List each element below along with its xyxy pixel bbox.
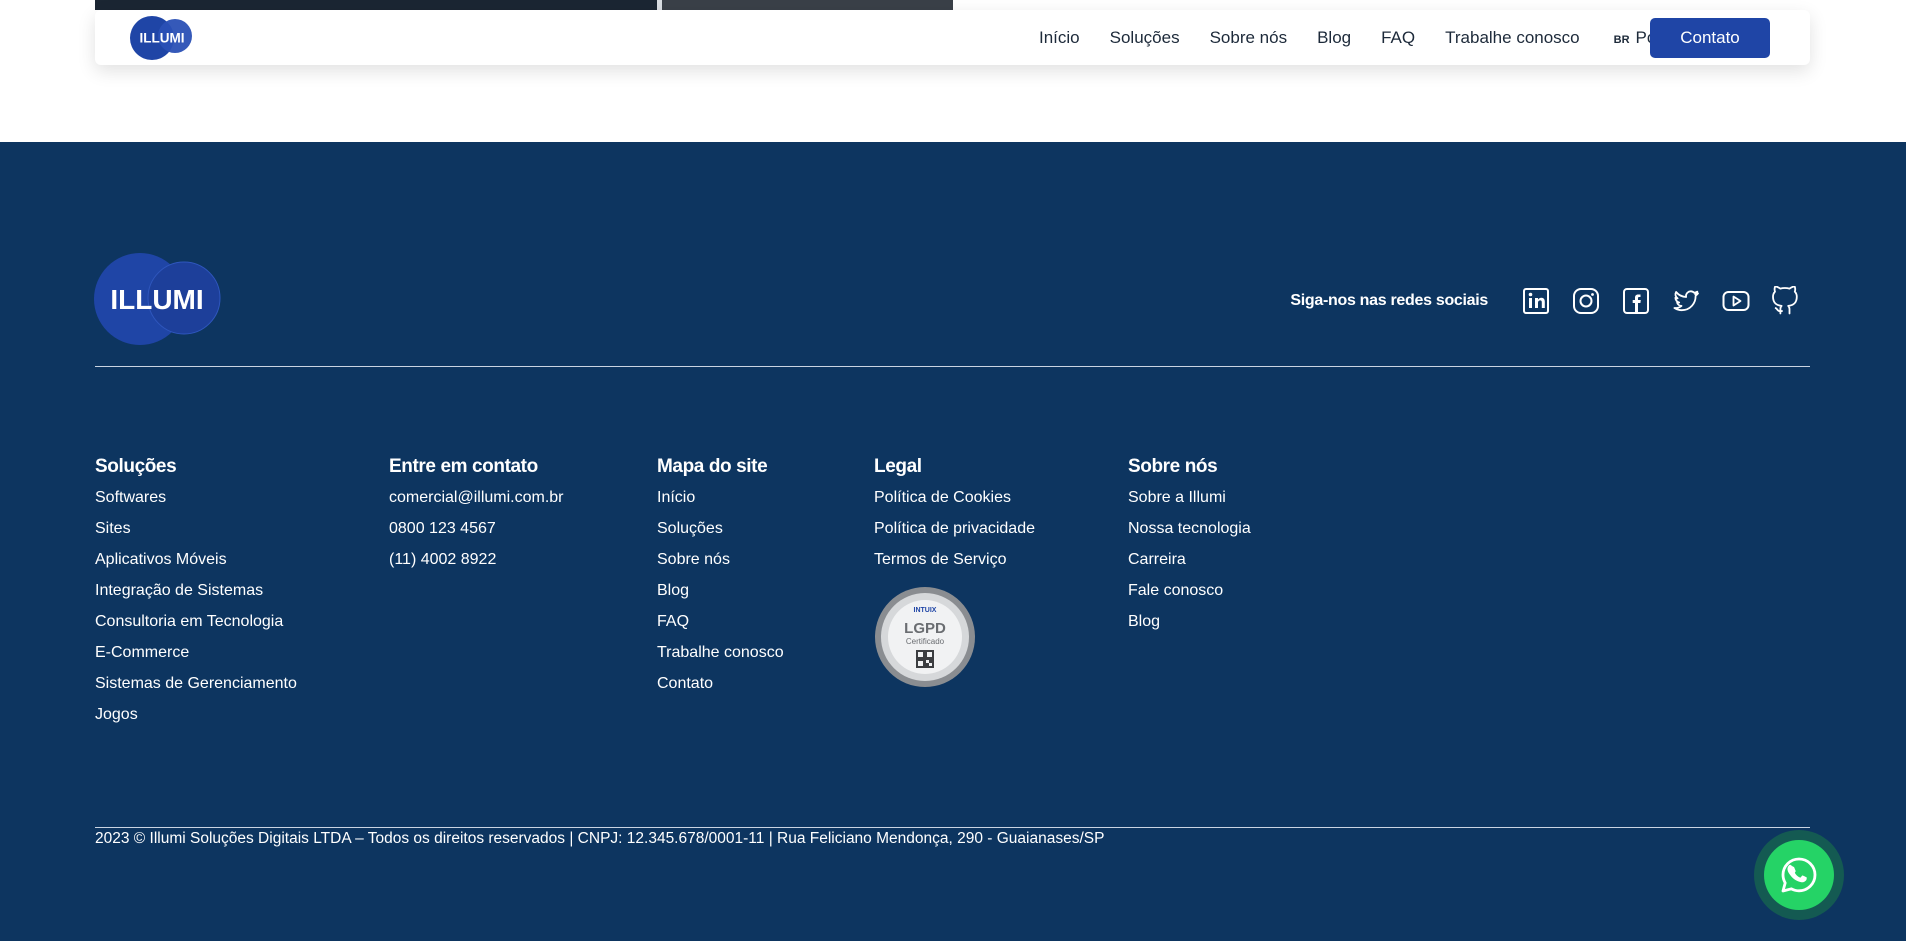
column-title: Soluções (95, 456, 177, 477)
contact-phone-link[interactable]: 0800 123 4567 (389, 518, 564, 549)
github-icon[interactable] (1770, 285, 1802, 317)
nav-link-faq[interactable]: FAQ (1381, 28, 1415, 48)
footer-column-sobre-nos: Sobre nós Sobre a Illumi Nossa tecnologi… (1128, 456, 1251, 642)
footer-link[interactable]: Consultoria em Tecnologia (95, 611, 297, 642)
facebook-icon[interactable] (1620, 285, 1652, 317)
footer-link[interactable]: Início (657, 487, 784, 518)
whatsapp-icon (1781, 857, 1817, 893)
footer-logo[interactable]: ILLUMI (94, 252, 224, 348)
footer-link[interactable]: Aplicativos Móveis (95, 549, 297, 580)
column-title: Entre em contato (389, 456, 538, 477)
footer-link[interactable]: Fale conosco (1128, 580, 1251, 611)
footer-divider-top (95, 366, 1810, 367)
footer-link[interactable]: Política de privacidade (874, 518, 1035, 549)
footer-link[interactable]: FAQ (657, 611, 784, 642)
qr-code-icon (916, 650, 934, 668)
hero-image-strip (95, 0, 953, 10)
footer: ILLUMI Siga-nos nas redes sociais Soluçõ… (0, 142, 1906, 941)
footer-column-mapa-do-site: Mapa do site Início Soluções Sobre nós B… (657, 456, 784, 704)
contact-phone-link[interactable]: (11) 4002 8922 (389, 549, 564, 580)
footer-column-contato: Entre em contato comercial@illumi.com.br… (389, 456, 564, 580)
nav-link-blog[interactable]: Blog (1317, 28, 1351, 48)
footer-link[interactable]: Softwares (95, 487, 297, 518)
column-title: Sobre nós (1128, 456, 1218, 477)
copyright-text: 2023 © Illumi Soluções Digitais LTDA – T… (95, 830, 1105, 847)
footer-link[interactable]: Trabalhe conosco (657, 642, 784, 673)
whatsapp-button-inner (1764, 840, 1834, 910)
language-flag: BR (1613, 33, 1630, 46)
footer-link[interactable]: Contato (657, 673, 784, 704)
nav-link-solucoes[interactable]: Soluções (1110, 28, 1180, 48)
navbar-logo-text: ILLUMI (140, 31, 185, 46)
footer-link[interactable]: Jogos (95, 704, 297, 735)
footer-column-legal: Legal Política de Cookies Política de pr… (874, 456, 1035, 580)
seal-subtitle: Certificado (906, 637, 945, 646)
illumi-logo-icon: ILLUMI (94, 253, 221, 345)
social-bar: Siga-nos nas redes sociais (1290, 285, 1802, 317)
footer-column-solucoes: Soluções Softwares Sites Aplicativos Móv… (95, 456, 297, 735)
linkedin-icon[interactable] (1520, 285, 1552, 317)
navbar-logo[interactable]: ILLUMI (129, 14, 195, 62)
whatsapp-button[interactable] (1754, 830, 1844, 920)
top-area: ILLUMI Início Soluções Sobre nós Blog FA… (0, 0, 1906, 142)
nav-link-trabalhe-conosco[interactable]: Trabalhe conosco (1445, 28, 1580, 48)
youtube-icon[interactable] (1720, 285, 1752, 317)
lgpd-seal[interactable]: INTUIX LGPD Certificado (874, 586, 976, 688)
seal-title: LGPD (904, 620, 946, 637)
illumi-logo-icon: ILLUMI (130, 16, 192, 60)
nav-link-sobre-nos[interactable]: Sobre nós (1210, 28, 1288, 48)
footer-link[interactable]: Política de Cookies (874, 487, 1035, 518)
footer-divider-bottom (95, 827, 1810, 828)
contact-button[interactable]: Contato (1650, 18, 1770, 58)
twitter-icon[interactable] (1670, 285, 1702, 317)
social-label: Siga-nos nas redes sociais (1290, 292, 1488, 309)
footer-link[interactable]: Carreira (1128, 549, 1251, 580)
seal-brand: INTUIX (914, 607, 937, 614)
footer-link[interactable]: Sites (95, 518, 297, 549)
nav-link-inicio[interactable]: Início (1039, 28, 1080, 48)
column-title: Mapa do site (657, 456, 768, 477)
contact-email-link[interactable]: comercial@illumi.com.br (389, 487, 564, 518)
footer-link[interactable]: Nossa tecnologia (1128, 518, 1251, 549)
footer-link[interactable]: Sobre a Illumi (1128, 487, 1251, 518)
footer-link[interactable]: Termos de Serviço (874, 549, 1035, 580)
footer-link[interactable]: Blog (657, 580, 784, 611)
footer-link[interactable]: Blog (1128, 611, 1251, 642)
footer-link[interactable]: Integração de Sistemas (95, 580, 297, 611)
instagram-icon[interactable] (1570, 285, 1602, 317)
footer-link[interactable]: Soluções (657, 518, 784, 549)
footer-link[interactable]: E-Commerce (95, 642, 297, 673)
footer-logo-text: ILLUMI (110, 284, 203, 315)
navbar: ILLUMI Início Soluções Sobre nós Blog FA… (95, 10, 1810, 65)
footer-link[interactable]: Sistemas de Gerenciamento (95, 673, 297, 704)
footer-link[interactable]: Sobre nós (657, 549, 784, 580)
nav-links: Início Soluções Sobre nós Blog FAQ Traba… (1039, 10, 1728, 65)
column-title: Legal (874, 456, 922, 477)
hero-image-secondary (657, 0, 953, 10)
lgpd-certificate-badge-icon: INTUIX LGPD Certificado (875, 587, 975, 687)
